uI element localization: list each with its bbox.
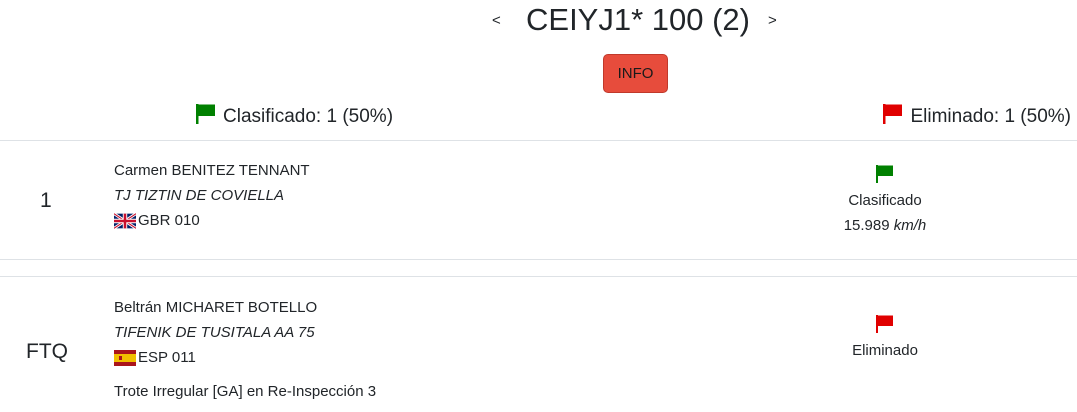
speed-unit: km/h — [893, 217, 927, 234]
country-code: GBR 010 — [138, 212, 200, 229]
result-row[interactable]: 1 Carmen BENITEZ TENNANT TJ TIZTIN DE CO… — [0, 141, 1077, 259]
result-status: Clasificado — [848, 192, 922, 209]
red-flag-icon — [882, 103, 904, 131]
rider-name: Carmen BENITEZ TENNANT — [114, 162, 310, 179]
classified-summary: Clasificado: 1 (50%) — [195, 103, 393, 131]
rider-name: Beltrán MICHARET BOTELLO — [114, 299, 318, 316]
result-row[interactable]: FTQ Beltrán MICHARET BOTELLO TIFENIK DE … — [0, 277, 1077, 412]
horse-name: TIFENIK DE TUSITALA AA 75 — [114, 324, 315, 341]
rider-nation: GBR 010 — [113, 211, 200, 230]
result-rank: 1 — [40, 189, 52, 212]
info-button[interactable]: INFO — [603, 54, 668, 93]
divider — [0, 259, 1077, 260]
result-rank: FTQ — [26, 340, 68, 363]
next-event-button[interactable]: > — [768, 12, 777, 29]
result-speed: 15.989 km/h — [785, 217, 985, 234]
event-header: < CEIYJ1* 100 (2) > — [0, 0, 1077, 60]
horse-name: TJ TIZTIN DE COVIELLA — [114, 187, 285, 204]
eliminated-count: Eliminado: 1 (50%) — [910, 106, 1071, 127]
green-flag-icon — [195, 103, 217, 131]
spain-flag-icon — [114, 349, 136, 366]
uk-flag-icon — [113, 211, 137, 230]
previous-event-button[interactable]: < — [492, 12, 501, 29]
elimination-reason: Trote Irregular [GA] en Re-Inspección 3 — [114, 383, 377, 400]
rider-nation: ESP 011 — [114, 349, 196, 366]
result-status: Eliminado — [852, 342, 918, 359]
classified-count: Clasificado: 1 (50%) — [223, 106, 394, 127]
green-flag-icon — [875, 165, 895, 188]
speed-value: 15.989 — [843, 217, 890, 234]
red-flag-icon — [875, 315, 895, 338]
country-code: ESP 011 — [138, 349, 196, 366]
event-title: CEIYJ1* 100 (2) — [526, 2, 750, 37]
eliminated-summary: Eliminado: 1 (50%) — [882, 103, 1071, 131]
